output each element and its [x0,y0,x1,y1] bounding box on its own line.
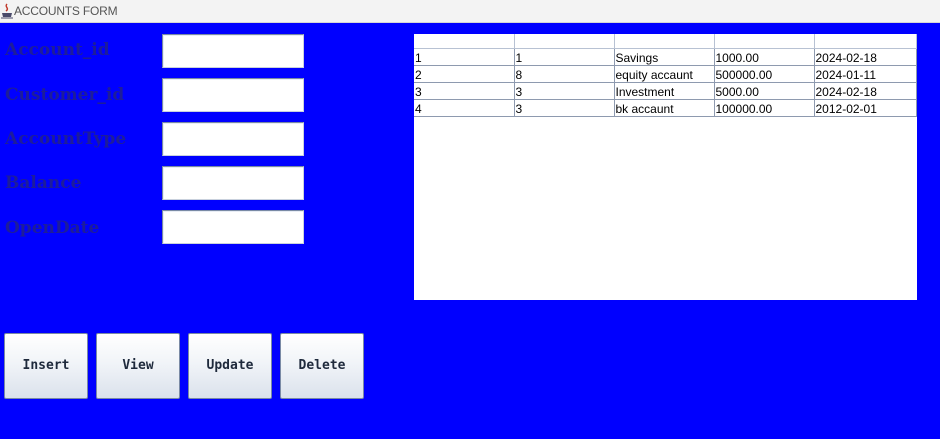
table-row[interactable]: 1 1 Savings 1000.00 2024-02-18 [414,48,917,66]
table-cell[interactable]: equity accaunt [613,65,715,83]
table-cell[interactable]: 100000.00 [713,99,815,117]
table-cell[interactable]: 2024-02-18 [813,48,917,66]
table-cell[interactable]: 2012-02-01 [813,99,917,117]
table-row[interactable]: 4 3 bk accaunt 100000.00 2012-02-01 [414,99,917,117]
table-cell[interactable]: 500000.00 [713,65,815,83]
balance-input[interactable] [162,166,304,200]
table-cell[interactable]: Investment [613,82,715,100]
accounts-form-window: ACCOUNTS FORM Account_id Customer_id Acc… [0,0,940,439]
table-cell[interactable]: 3 [513,82,615,100]
column-header[interactable] [414,34,515,49]
account-type-label: AccountType [5,129,127,149]
table-cell[interactable]: 3 [513,99,615,117]
account-id-input[interactable] [162,34,304,68]
table-header-row [414,34,917,49]
accounts-table[interactable]: 1 1 Savings 1000.00 2024-02-18 2 8 equit… [414,34,917,117]
table-cell[interactable]: 1 [513,48,615,66]
table-cell[interactable]: 2024-02-18 [813,82,917,100]
update-button[interactable]: Update [188,333,272,399]
table-cell[interactable]: 4 [414,99,515,117]
table-cell[interactable]: bk accaunt [613,99,715,117]
table-cell[interactable]: 2024-01-11 [813,65,917,83]
table-cell[interactable]: 1000.00 [713,48,815,66]
account-type-input[interactable] [162,122,304,156]
table-cell[interactable]: 1 [414,48,515,66]
table-cell[interactable]: Savings [613,48,715,66]
table-cell[interactable]: 8 [513,65,615,83]
view-button[interactable]: View [96,333,180,399]
open-date-label: OpenDate [5,218,100,238]
table-cell[interactable]: 2 [414,65,515,83]
account-id-label: Account_id [5,40,110,60]
column-header[interactable] [514,34,615,49]
java-app-icon [1,3,13,19]
window-title: ACCOUNTS FORM [14,4,118,18]
title-bar: ACCOUNTS FORM [0,0,940,23]
open-date-input[interactable] [162,210,304,244]
column-header[interactable] [714,34,815,49]
customer-id-label: Customer_id [5,85,125,105]
delete-button[interactable]: Delete [280,333,364,399]
table-cell[interactable]: 3 [414,82,515,100]
table-row[interactable]: 2 8 equity accaunt 500000.00 2024-01-11 [414,65,917,83]
table-cell[interactable]: 5000.00 [713,82,815,100]
accounts-table-panel[interactable]: 1 1 Savings 1000.00 2024-02-18 2 8 equit… [414,34,917,300]
column-header[interactable] [814,34,917,49]
balance-label: Balance [5,173,82,193]
customer-id-input[interactable] [162,78,304,112]
column-header[interactable] [614,34,715,49]
table-row[interactable]: 3 3 Investment 5000.00 2024-02-18 [414,82,917,100]
insert-button[interactable]: Insert [4,333,88,399]
